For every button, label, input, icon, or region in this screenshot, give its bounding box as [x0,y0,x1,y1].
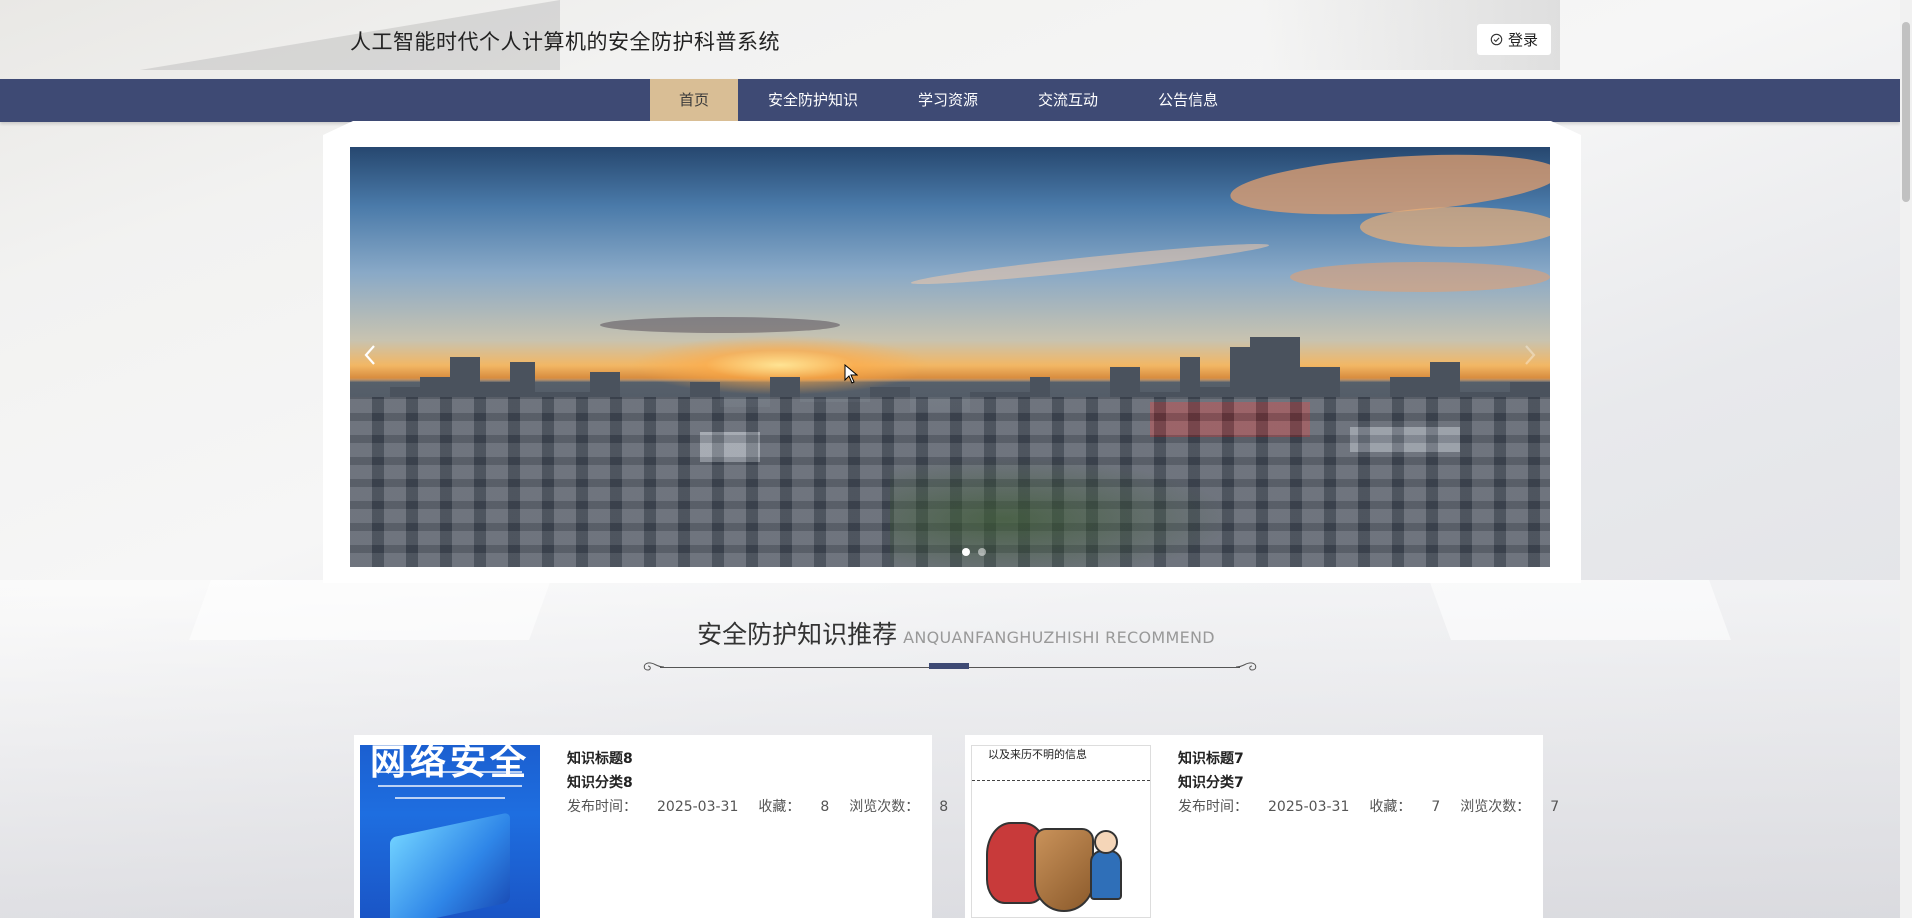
login-label: 登录 [1507,31,1538,49]
section-title-cn: 安全防护知识推荐 [697,620,898,649]
carousel-dot[interactable] [978,548,986,556]
section-title-en: ANQUANFANGHUZHISHI RECOMMEND [903,628,1215,647]
banner-cloud [910,238,1270,290]
card-title: 知识标题8 [567,751,633,767]
nav-item-announcements[interactable]: 公告信息 [1128,79,1248,122]
card-thumbnail[interactable]: 网络安全 [360,745,540,918]
card-publish-time: 2025-03-31 [657,799,739,815]
banner-carousel[interactable] [350,147,1550,567]
carousel-dot[interactable] [962,548,970,556]
nav-item-security-knowledge[interactable]: 安全防护知识 [738,79,888,122]
knowledge-card[interactable]: 以及来历不明的信息 知识标题7 知识分类7 发布时间： 2025-03-31 收藏：… [965,735,1559,918]
site-header: 人工智能时代个人计算机的安全防护科普系统 登录 [0,0,1900,79]
section-heading: 安全防护知识推荐 ANQUANFANGHUZHISHI RECOMMEND [0,615,1912,651]
card-meta: 发布时间： 2025-03-31 收藏： 8 浏览次数： 8 [567,799,949,815]
carousel-prev-button[interactable] [358,342,382,372]
poster-text: 以及来历不明的信息 [988,748,1087,761]
knowledge-card[interactable]: 网络安全 知识标题8 知识分类8 发布时间： 2025-03-31 收藏： 8 浏览次数… [354,735,948,918]
card-fav-count: 7 [1431,799,1441,815]
site-title: 人工智能时代个人计算机的安全防护科普系统 [350,30,780,54]
card-views-count: 8 [939,799,949,815]
check-circle-icon [1490,33,1503,46]
nav-item-interaction[interactable]: 交流互动 [1008,79,1128,122]
login-button[interactable]: 登录 [1477,24,1551,55]
mouse-pointer-icon [844,363,859,388]
banner-cloud [1360,207,1550,247]
banner-cloud [600,317,840,333]
shield-icon [1034,828,1094,912]
card-meta: 发布时间： 2025-03-31 收藏： 7 浏览次数： 7 [1178,799,1560,815]
poster-text: 网络安全 [370,745,531,783]
scrollbar-thumb[interactable] [1902,22,1910,202]
nav-item-learning-resources[interactable]: 学习资源 [888,79,1008,122]
poster-illustration [390,812,510,918]
chevron-right-icon [1523,344,1537,370]
card-fav-count: 8 [820,799,830,815]
card-category: 知识分类7 [1178,775,1244,791]
main-nav: 首页 安全防护知识 学习资源 交流互动 公告信息 [0,79,1900,122]
card-thumbnail[interactable]: 以及来历不明的信息 [971,745,1151,918]
nav-item-home[interactable]: 首页 [650,79,739,122]
banner-cloud [1290,262,1550,292]
card-title: 知识标题7 [1178,751,1244,767]
card-category: 知识分类8 [567,775,633,791]
carousel-next-button[interactable] [1518,342,1542,372]
chevron-left-icon [363,344,377,370]
page-scrollbar[interactable] [1900,0,1912,918]
carousel-dots [962,548,986,556]
card-views-count: 7 [1550,799,1560,815]
card-publish-time: 2025-03-31 [1268,799,1350,815]
section-ornament [640,660,1260,674]
banner-trees [890,447,1270,567]
